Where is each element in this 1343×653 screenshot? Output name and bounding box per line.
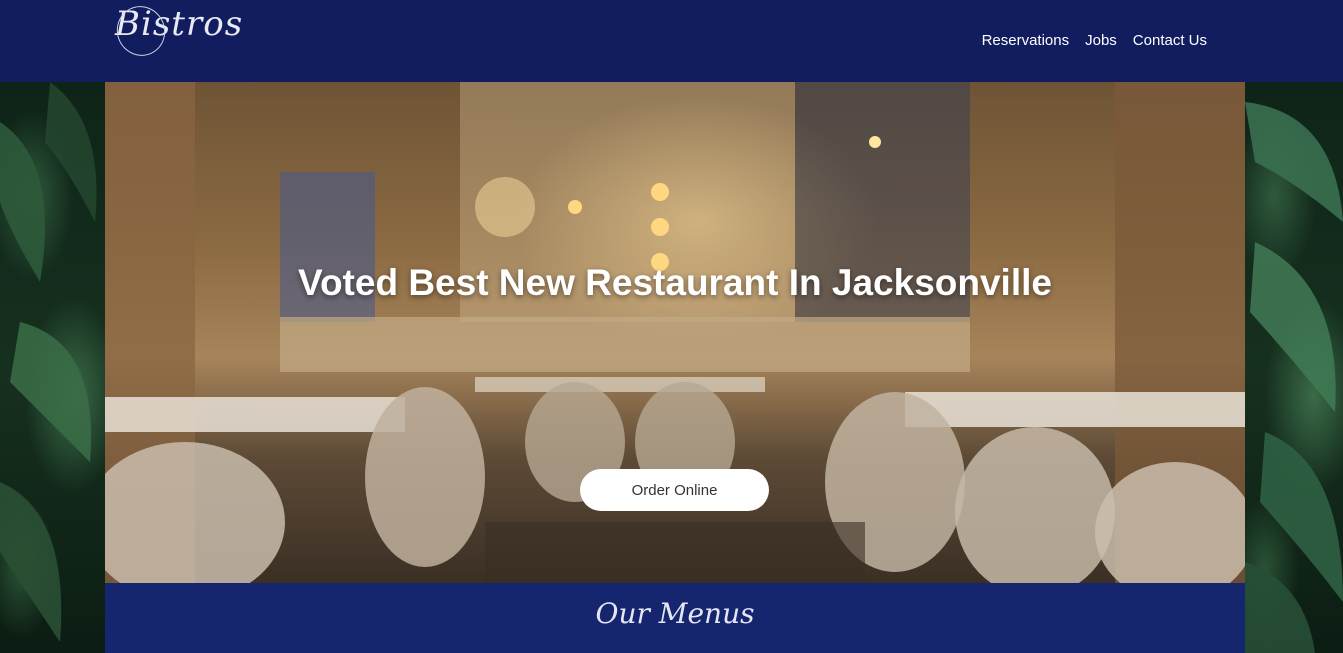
hero-headline: Voted Best New Restaurant In Jacksonvill…	[298, 262, 1052, 303]
main-nav: Reservations Jobs Contact Us	[982, 32, 1207, 49]
brand-logo[interactable]: Bistros	[108, 0, 243, 64]
hero-section: Voted Best New Restaurant In Jacksonvill…	[105, 82, 1245, 583]
nav-link-contact-us[interactable]: Contact Us	[1133, 32, 1207, 49]
top-navbar: Bistros Reservations Jobs Contact Us	[0, 0, 1343, 82]
our-menus-section: Our Menus	[105, 583, 1245, 653]
our-menus-heading: Our Menus	[595, 597, 755, 630]
foliage-background-right	[1245, 82, 1343, 653]
nav-link-jobs[interactable]: Jobs	[1085, 32, 1117, 49]
nav-link-reservations[interactable]: Reservations	[982, 32, 1070, 49]
foliage-background-left	[0, 82, 105, 653]
order-online-button[interactable]: Order Online	[580, 469, 769, 511]
